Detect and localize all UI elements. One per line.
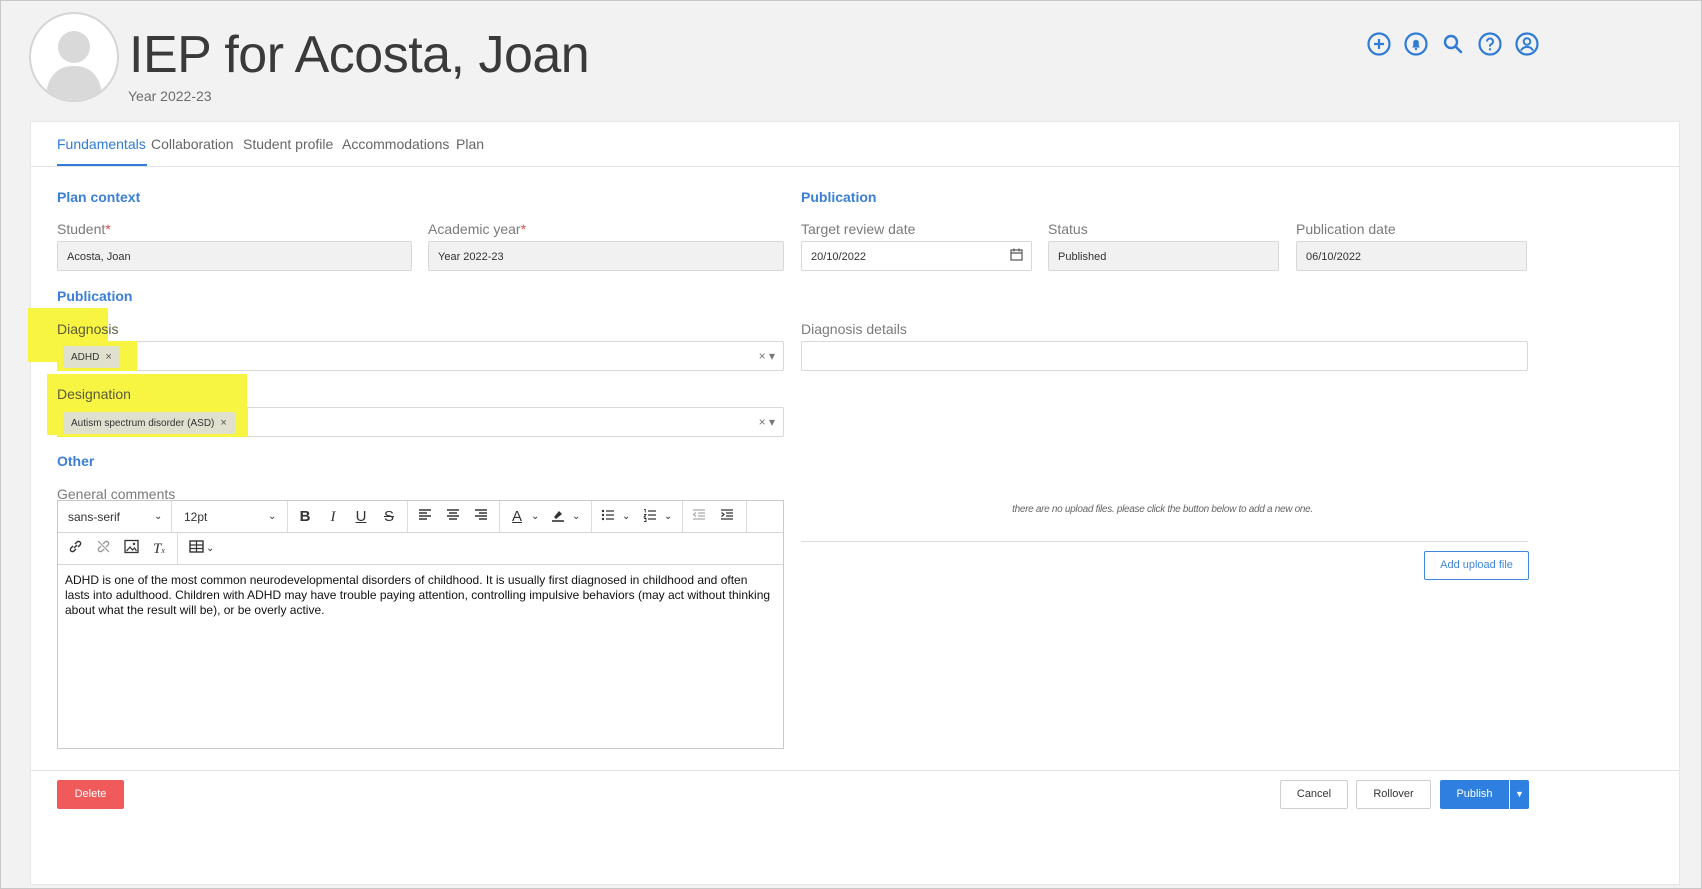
italic-icon[interactable]: I (323, 507, 343, 527)
academic-year-label: Academic year* (428, 221, 527, 237)
publish-dropdown-caret-icon[interactable]: ▼ (1510, 780, 1529, 809)
diagnosis-label: Diagnosis (57, 321, 119, 337)
chevron-down-icon[interactable]: ⌄ (154, 511, 162, 522)
clear-formatting-icon[interactable]: Tx (149, 539, 169, 559)
section-publication-diagnosis: Publication (57, 288, 133, 304)
bullet-list-icon[interactable] (598, 507, 618, 527)
select-clear-dropdown-icon[interactable]: × ▾ (759, 349, 775, 363)
add-upload-file-button[interactable]: Add upload file (1424, 551, 1529, 580)
main-card: Fundamentals Collaboration Student profi… (28, 121, 1680, 885)
tab-bar: Fundamentals Collaboration Student profi… (31, 122, 1679, 167)
active-tab-indicator (57, 164, 147, 166)
outdent-icon[interactable] (689, 507, 709, 527)
avatar (29, 12, 119, 102)
designation-select[interactable]: Autism spectrum disorder (ASD) × × ▾ (57, 407, 784, 437)
bell-icon[interactable] (1403, 31, 1429, 57)
target-review-label: Target review date (801, 221, 916, 237)
section-publication: Publication (801, 189, 877, 205)
diagnosis-tag: ADHD × (63, 346, 120, 368)
unlink-icon[interactable] (93, 539, 113, 559)
diagnosis-details-label: Diagnosis details (801, 321, 907, 337)
diagnosis-details-input[interactable] (801, 341, 1528, 371)
target-review-date-value: 20/10/2022 (811, 251, 867, 263)
designation-tag: Autism spectrum disorder (ASD) × (63, 412, 235, 434)
target-review-date-input[interactable]: 20/10/2022 (801, 241, 1032, 271)
search-icon[interactable] (1440, 31, 1466, 57)
user-icon[interactable] (1514, 31, 1540, 57)
strikethrough-icon[interactable]: S (379, 507, 399, 527)
publication-date-field: 06/10/2022 (1296, 241, 1527, 271)
font-size-select[interactable]: 12pt (184, 510, 207, 524)
section-plan-context: Plan context (57, 189, 141, 205)
upload-empty-message: there are no upload files. please click … (1012, 504, 1313, 515)
chevron-down-icon[interactable]: ⌄ (664, 511, 672, 522)
align-center-icon[interactable] (443, 507, 463, 527)
text-color-icon[interactable]: A (507, 507, 527, 527)
footer-divider (31, 770, 1679, 771)
highlight-color-icon[interactable] (548, 507, 568, 527)
editor-content[interactable]: ADHD is one of the most common neurodeve… (65, 573, 775, 618)
bold-icon[interactable]: B (295, 507, 315, 527)
tab-student-profile[interactable]: Student profile (243, 136, 333, 152)
remove-tag-icon[interactable]: × (105, 351, 111, 363)
editor-toolbar-row-2: Tx ⌄ (58, 533, 783, 565)
rich-text-editor[interactable]: sans-serif ⌄ 12pt ⌄ B I U S A ⌄ ⌄ ⌄ ⌄ Tx… (57, 500, 784, 749)
page-title: IEP for Acosta, Joan (129, 26, 590, 84)
align-right-icon[interactable] (471, 507, 491, 527)
student-label: Student* (57, 221, 111, 237)
link-icon[interactable] (65, 539, 85, 559)
table-icon[interactable] (186, 539, 206, 559)
student-field: Acosta, Joan (57, 241, 412, 271)
chevron-down-icon[interactable]: ⌄ (531, 511, 539, 522)
designation-label: Designation (57, 386, 131, 402)
add-icon[interactable] (1366, 31, 1392, 57)
publish-button[interactable]: Publish (1440, 780, 1509, 809)
calendar-icon[interactable] (1010, 248, 1023, 264)
delete-button[interactable]: Delete (57, 780, 124, 809)
underline-icon[interactable]: U (351, 507, 371, 527)
tab-collaboration[interactable]: Collaboration (151, 136, 234, 152)
tab-accommodations[interactable]: Accommodations (342, 136, 449, 152)
divider (801, 541, 1528, 542)
publication-date-label: Publication date (1296, 221, 1396, 237)
align-left-icon[interactable] (415, 507, 435, 527)
academic-year-field: Year 2022-23 (428, 241, 784, 271)
chevron-down-icon[interactable]: ⌄ (622, 511, 630, 522)
help-icon[interactable] (1477, 31, 1503, 57)
remove-tag-icon[interactable]: × (220, 417, 226, 429)
page-subtitle: Year 2022-23 (128, 88, 212, 104)
chevron-down-icon[interactable]: ⌄ (572, 511, 580, 522)
diagnosis-select[interactable]: ADHD × × ▾ (57, 341, 784, 371)
chevron-down-icon[interactable]: ⌄ (268, 511, 276, 522)
cancel-button[interactable]: Cancel (1280, 780, 1348, 809)
editor-toolbar-row-1: sans-serif ⌄ 12pt ⌄ B I U S A ⌄ ⌄ ⌄ ⌄ (58, 501, 783, 533)
image-icon[interactable] (121, 539, 141, 559)
select-clear-dropdown-icon[interactable]: × ▾ (759, 415, 775, 429)
status-field: Published (1048, 241, 1279, 271)
rollover-button[interactable]: Rollover (1356, 780, 1431, 809)
tab-plan[interactable]: Plan (456, 136, 484, 152)
status-label: Status (1048, 221, 1088, 237)
indent-icon[interactable] (717, 507, 737, 527)
section-other: Other (57, 453, 95, 469)
numbered-list-icon[interactable] (640, 507, 660, 527)
tab-fundamentals[interactable]: Fundamentals (57, 136, 146, 152)
chevron-down-icon[interactable]: ⌄ (206, 543, 214, 554)
font-family-select[interactable]: sans-serif (68, 510, 120, 524)
